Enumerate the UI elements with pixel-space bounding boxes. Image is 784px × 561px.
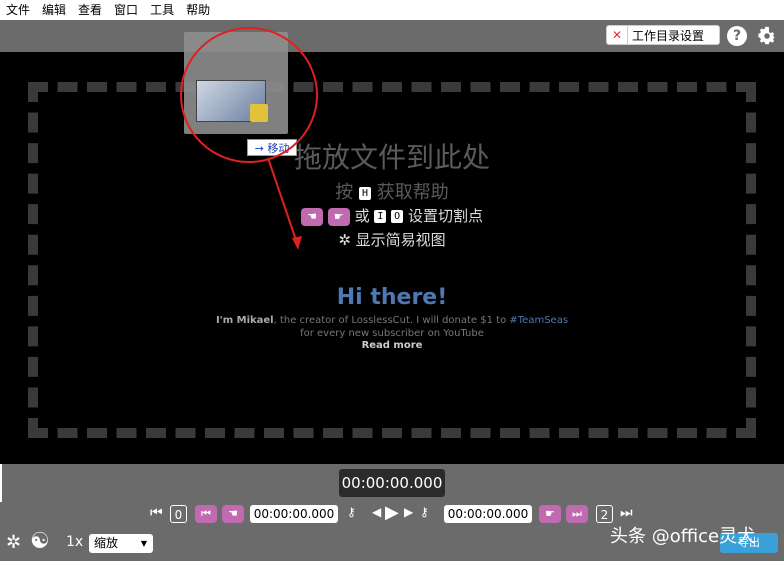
jump-end-icon[interactable]: ⏭	[620, 505, 633, 521]
key-icon[interactable]: ⚷	[347, 505, 356, 519]
jump-cut-end-icon[interactable]: ⏭	[566, 505, 588, 523]
zoom-value: 缩放	[94, 536, 119, 550]
help-icon[interactable]: ?	[727, 26, 747, 46]
simple-mode-icon[interactable]: ✲	[6, 532, 21, 553]
simple-view-toggle[interactable]: ✲ 显示简易视图	[0, 229, 784, 250]
cut-start-input[interactable]: 00:00:00.000	[250, 505, 338, 523]
drop-title: 拖放文件到此处	[293, 141, 490, 174]
move-label: 移动	[267, 142, 290, 155]
next-frame-icon[interactable]: ▶	[404, 505, 413, 519]
menu-view[interactable]: 查看	[72, 0, 108, 20]
key-h: H	[358, 186, 372, 200]
play-icon[interactable]: ▶	[385, 502, 399, 523]
playhead[interactable]	[0, 464, 2, 502]
cut-hint: ☚ ☛ 或 I O 设置切割点	[0, 205, 784, 226]
move-tooltip: → 移动	[247, 139, 297, 156]
workdir-label: 工作目录设置	[632, 28, 705, 43]
workdir-button[interactable]: ✕ 工作目录设置	[606, 25, 720, 45]
set-cut-start-icon[interactable]: ☚	[222, 505, 244, 523]
drop-area[interactable]: 拖放文件到此处 按 H 获取帮助 ☚ ☛ 或 I O 设置切割点 ✲ 显示简易视…	[0, 52, 784, 464]
help-suffix: 获取帮助	[376, 182, 449, 203]
cut-start-icon[interactable]: ☚	[301, 207, 323, 226]
cut-end-input[interactable]: 00:00:00.000	[444, 505, 532, 523]
teamseas-link[interactable]: #TeamSeas	[509, 315, 568, 326]
donate-text: I'm Mikael, the creator of LosslessCut. …	[0, 314, 784, 340]
gear-icon[interactable]	[756, 25, 778, 47]
prev-frame-icon[interactable]: ◀	[372, 505, 381, 519]
menu-bar: 文件 编辑 查看 窗口 工具 帮助	[0, 0, 784, 20]
jump-cut-start-icon[interactable]: ⏮	[195, 505, 217, 523]
menu-file[interactable]: 文件	[0, 0, 36, 20]
menu-window[interactable]: 窗口	[108, 0, 144, 20]
donate-body: , the creator of LosslessCut. I will don…	[273, 315, 510, 326]
speed-label[interactable]: 1x	[66, 534, 83, 550]
donate-line2: for every new subscriber on YouTube	[300, 328, 484, 339]
key-end-icon[interactable]: ⚷	[420, 505, 429, 519]
baby-icon: ✲	[338, 231, 351, 249]
top-toolbar: ✕ 工作目录设置 ?	[0, 20, 784, 52]
file-badge-icon	[250, 104, 268, 122]
key-o: O	[391, 210, 404, 223]
current-time: 00:00:00.000	[339, 469, 445, 497]
watermark: 头条 @office灵犬	[610, 526, 756, 547]
menu-edit[interactable]: 编辑	[36, 0, 72, 20]
set-cut-end-icon[interactable]: ☛	[539, 505, 561, 523]
jump-start-icon[interactable]: ⏮	[150, 505, 163, 521]
menu-help[interactable]: 帮助	[180, 0, 216, 20]
chevron-down-icon: ▼	[140, 539, 147, 548]
help-prefix: 按	[335, 182, 354, 203]
cut-or: 或	[354, 207, 370, 225]
menu-tools[interactable]: 工具	[144, 0, 180, 20]
read-more-link[interactable]: Read more	[0, 340, 784, 351]
simple-view-label: 显示简易视图	[355, 231, 446, 249]
donate-name: I'm Mikael	[215, 315, 274, 326]
cut-suffix: 设置切割点	[407, 207, 483, 225]
key-i: I	[374, 210, 387, 223]
help-hint: 按 H 获取帮助	[0, 178, 784, 204]
yinyang-icon[interactable]: ☯	[30, 529, 50, 554]
close-icon[interactable]: ✕	[607, 26, 628, 44]
hi-there-heading: Hi there!	[336, 285, 448, 310]
zoom-select[interactable]: 缩放 ▼	[89, 534, 153, 553]
segment-end-number[interactable]: 2	[596, 505, 613, 523]
cut-end-icon[interactable]: ☛	[327, 207, 350, 226]
segment-start-number[interactable]: 0	[170, 505, 187, 523]
